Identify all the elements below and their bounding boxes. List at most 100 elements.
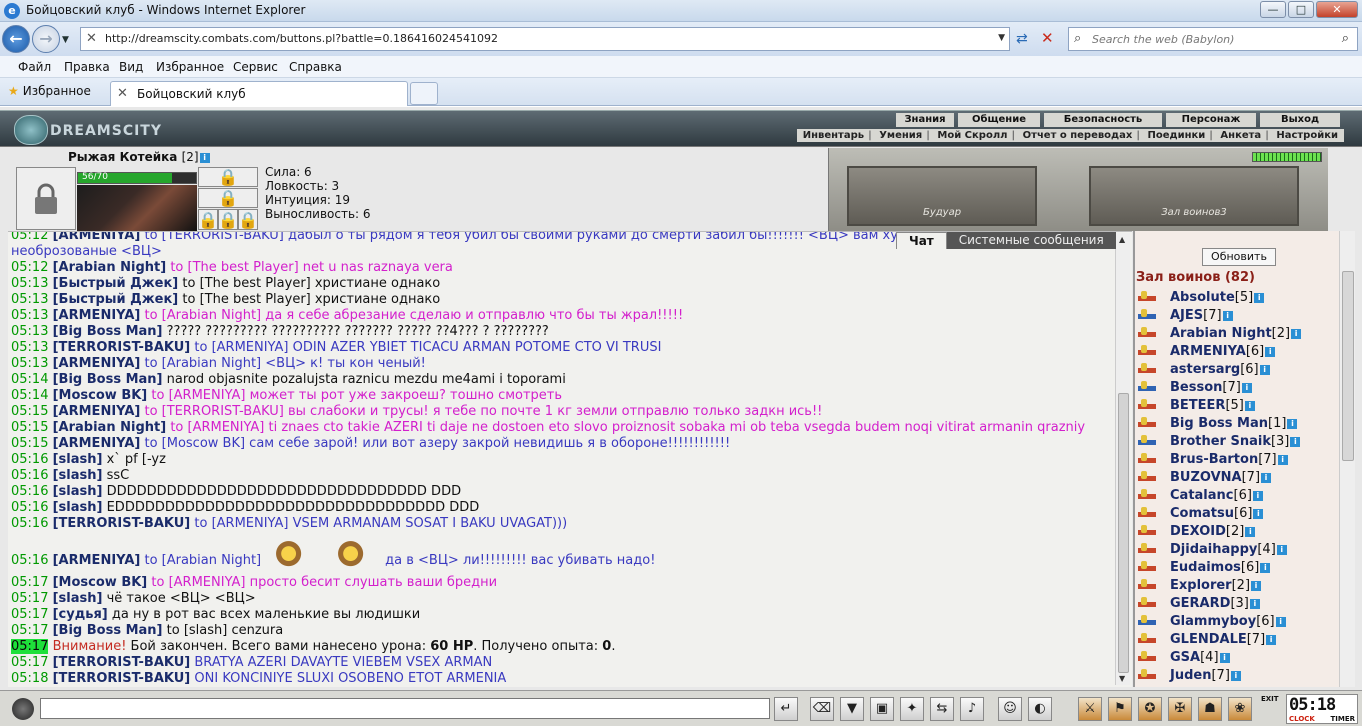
user-name[interactable]: Djidaihappy (1170, 542, 1257, 557)
address-url[interactable]: http://dreamscity.combats.com/buttons.pl… (105, 32, 498, 45)
scroll-down-icon[interactable]: ▼ (1119, 674, 1125, 683)
refresh-button[interactable]: Обновить (1202, 248, 1276, 266)
info-icon[interactable]: i (1276, 544, 1287, 555)
character-portrait[interactable] (77, 185, 197, 231)
nav-character[interactable]: Персонаж (1166, 113, 1256, 127)
user-name[interactable]: DEXOID (1170, 524, 1226, 539)
message-author[interactable]: [slash] (53, 452, 103, 467)
message-author[interactable]: [slash] (53, 484, 103, 499)
message-author[interactable]: [Быстрый Джек] (53, 276, 179, 291)
user-list-item[interactable]: Brother Snaik[3] i (1138, 433, 1348, 451)
menu-edit[interactable]: Правка (64, 60, 110, 74)
favorites-button[interactable]: ★ Избранное (8, 84, 91, 98)
info-icon[interactable]: i (1219, 652, 1230, 663)
user-name[interactable]: Besson (1170, 380, 1222, 395)
user-list-item[interactable]: Besson[7] i (1138, 379, 1348, 397)
user-list-item[interactable]: Big Boss Man[1] i (1138, 415, 1348, 433)
info-icon[interactable]: i (1260, 562, 1271, 573)
message-author[interactable]: [Big Boss Man] (53, 324, 163, 339)
equipment-slot-ring[interactable]: 🔒 (198, 167, 258, 187)
stop-icon[interactable]: ✕ (1041, 29, 1054, 47)
subnav-duels[interactable]: Поединки (1147, 130, 1205, 141)
user-list-item[interactable]: AJES[7] i (1138, 307, 1348, 325)
user-list-item[interactable]: Comatsu[6] i (1138, 505, 1348, 523)
user-list-item[interactable]: Juden[7] i (1138, 667, 1348, 685)
info-icon[interactable]: i (1230, 670, 1241, 681)
minimize-button[interactable]: — (1260, 1, 1286, 18)
subnav-inventory[interactable]: Инвентарь (803, 130, 864, 141)
message-author[interactable]: [Moscow BK] (53, 575, 148, 590)
move-icon[interactable]: ⇆ (930, 697, 954, 721)
subnav-skills[interactable]: Умения (879, 130, 922, 141)
menu-tools[interactable]: Сервис (233, 60, 278, 74)
subnav-scroll[interactable]: Мой Скролл (937, 130, 1007, 141)
nav-communication[interactable]: Общение (958, 113, 1040, 127)
user-name[interactable]: GSA (1170, 650, 1200, 665)
info-icon[interactable]: i (1244, 400, 1255, 411)
message-author[interactable]: [Arabian Night] (53, 420, 167, 435)
info-icon[interactable]: i (1252, 490, 1263, 501)
user-list-item[interactable]: GSA[4] i (1138, 649, 1348, 667)
smile-icon[interactable]: ☺ (998, 697, 1022, 721)
menu-view[interactable]: Вид (119, 60, 143, 74)
action-icon-6[interactable]: ❀ (1228, 697, 1252, 721)
info-icon[interactable]: i (1261, 472, 1272, 483)
tab-active[interactable]: ✕ Бойцовский клуб (110, 81, 408, 106)
user-list-item[interactable]: Eudaimos[6] i (1138, 559, 1348, 577)
message-author[interactable]: [ARMENIYA] (53, 553, 141, 568)
door-boudoir[interactable]: Будуар (847, 166, 1037, 226)
user-name[interactable]: astersarg (1170, 362, 1240, 377)
address-bar[interactable]: ✕ http://dreamscity.combats.com/buttons.… (80, 27, 1010, 51)
user-name[interactable]: Explorer (1170, 578, 1232, 593)
maximize-button[interactable]: □ (1288, 1, 1314, 18)
user-list-item[interactable]: ARMENIYA[6] i (1138, 343, 1348, 361)
clear-icon[interactable]: ⌫ (810, 697, 834, 721)
forward-button[interactable]: → (32, 25, 60, 53)
exit-label[interactable]: EXIT (1261, 695, 1279, 703)
user-list-item[interactable]: astersarg[6] i (1138, 361, 1348, 379)
menu-help[interactable]: Справка (289, 60, 342, 74)
menu-file[interactable]: Файл (18, 60, 51, 74)
info-icon[interactable]: i (1290, 436, 1301, 447)
search-go-icon[interactable]: ⌕ (1342, 31, 1349, 46)
scroll-up-icon[interactable]: ▲ (1119, 235, 1125, 244)
user-list-item[interactable]: Glammyboy[6] i (1138, 613, 1348, 631)
history-dropdown-icon[interactable]: ▼ (62, 35, 69, 45)
user-name[interactable]: GLENDALE (1170, 632, 1247, 647)
message-author[interactable]: [ARMENIYA] (53, 232, 141, 243)
info-icon[interactable]: i (1241, 382, 1252, 393)
back-button[interactable]: ← (2, 25, 30, 53)
subnav-profile[interactable]: Анкета (1220, 130, 1261, 141)
user-list-item[interactable]: Brus-Barton[7] i (1138, 451, 1348, 469)
user-name[interactable]: Brother Snaik (1170, 434, 1271, 449)
user-list-item[interactable]: GERARD[3] i (1138, 595, 1348, 613)
user-list-item[interactable]: Djidaihappy[4] i (1138, 541, 1348, 559)
action-icon-2[interactable]: ⚑ (1108, 697, 1132, 721)
user-list-item[interactable]: BUZOVNA[7] i (1138, 469, 1348, 487)
info-icon[interactable]: i (1265, 346, 1276, 357)
message-author[interactable]: [ARMENIYA] (53, 308, 141, 323)
fighter-icon[interactable]: ✦ (900, 697, 924, 721)
info-icon[interactable]: i (1254, 292, 1265, 303)
info-icon[interactable]: i (1253, 508, 1264, 519)
info-icon[interactable]: i (1266, 634, 1277, 645)
message-author[interactable]: [slash] (53, 591, 103, 606)
message-author[interactable]: [slash] (53, 468, 103, 483)
users-scroll-thumb[interactable] (1342, 271, 1354, 461)
helmet-icon[interactable]: ◐ (1028, 697, 1052, 721)
user-name[interactable]: GERARD (1170, 596, 1230, 611)
message-author[interactable]: [Big Boss Man] (53, 372, 163, 387)
sound-icon[interactable]: ♪ (960, 697, 984, 721)
users-scrollbar[interactable] (1339, 231, 1355, 687)
message-author[interactable]: [ARMENIYA] (53, 404, 141, 419)
user-name[interactable]: Eudaimos (1170, 560, 1241, 575)
subnav-transfers[interactable]: Отчет о переводах (1023, 130, 1133, 141)
nav-security[interactable]: Безопасность (1044, 113, 1162, 127)
info-icon[interactable]: i (1251, 580, 1262, 591)
door-warriors-hall[interactable]: Зал воинов3 (1089, 166, 1299, 226)
save-icon[interactable]: ▣ (870, 697, 894, 721)
info-icon[interactable]: i (1287, 418, 1298, 429)
info-icon[interactable]: i (1249, 598, 1260, 609)
info-icon[interactable]: i (1277, 454, 1288, 465)
message-author[interactable]: [TERRORIST-BAKU] (53, 516, 191, 531)
